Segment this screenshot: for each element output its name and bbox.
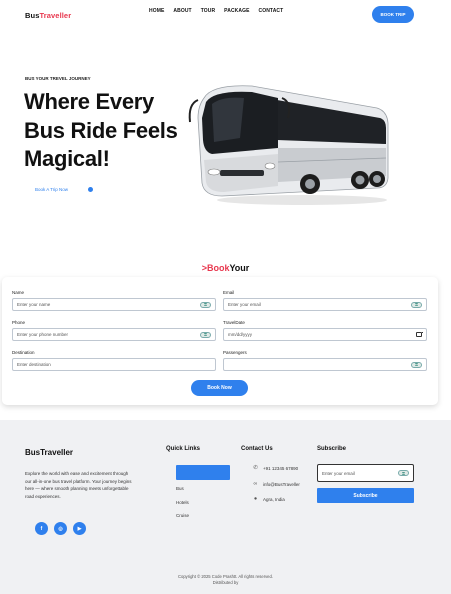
book-trip-button[interactable]: BOOK TRIP xyxy=(372,6,414,23)
travel-date-field: TravelDate mm/dd/yyyy xyxy=(223,320,427,341)
contact-phone: ✆ +91 12345 67890 xyxy=(253,465,299,471)
youtube-icon[interactable]: ▶ xyxy=(73,522,86,535)
destination-input[interactable]: Enter destination xyxy=(12,358,216,371)
autofill-key-icon[interactable]: ⚿ xyxy=(398,470,409,476)
book-now-button[interactable]: Book Now xyxy=(191,380,248,396)
booking-heading: >BookYour xyxy=(201,263,250,273)
nav-home[interactable]: HOME xyxy=(149,8,164,14)
site-header: BusTraveller HOME ABOUT TOUR PACKAGE CON… xyxy=(0,0,451,30)
copyright: Copyright © 2025 Code Prashtt. All right… xyxy=(177,574,274,585)
quick-link-highlight[interactable] xyxy=(176,465,230,480)
site-footer xyxy=(0,420,451,594)
hero-tagline: BUS YOUR TREVEL JOURNEY xyxy=(25,76,91,81)
passengers-field: Passengers ⚿ xyxy=(223,350,427,371)
bus-image xyxy=(188,85,389,205)
main-nav: HOME ABOUT TOUR PACKAGE CONTACT xyxy=(149,8,292,14)
nav-tour[interactable]: TOUR xyxy=(201,8,215,14)
travel-date-input[interactable]: mm/dd/yyyy xyxy=(223,328,427,341)
footer-description: Explore the world with ease and exciteme… xyxy=(25,471,132,499)
autofill-key-icon[interactable]: ⚿ xyxy=(200,301,211,308)
calendar-icon[interactable] xyxy=(416,331,423,337)
email-input[interactable]: Enter your email ⚿ xyxy=(223,298,427,311)
play-dot-icon xyxy=(88,187,94,192)
nav-about[interactable]: ABOUT xyxy=(173,8,191,14)
nav-package[interactable]: PACKAGE xyxy=(224,8,249,14)
autofill-key-icon[interactable]: ⚿ xyxy=(411,301,422,308)
phone-field: Phone Enter your phone number ⚿ xyxy=(12,320,216,341)
autofill-key-icon[interactable]: ⚿ xyxy=(411,361,422,368)
book-a-trip-link[interactable]: Book A Trip Now xyxy=(25,187,94,192)
location-pin-icon: ● xyxy=(253,496,258,502)
destination-field: Destination Enter destination xyxy=(12,350,216,371)
subscribe-email-input[interactable]: Enter your email ⚿ xyxy=(317,464,414,482)
site-logo[interactable]: BusTraveller xyxy=(25,11,71,20)
nav-contact[interactable]: CONTACT xyxy=(259,8,284,14)
hero-title: Where Every Bus Ride Feels Magical! xyxy=(24,89,178,171)
quick-links-heading: Quick Links xyxy=(166,446,201,452)
autofill-key-icon[interactable]: ⚿ xyxy=(200,331,211,338)
phone-input[interactable]: Enter your phone number ⚿ xyxy=(12,328,216,341)
name-field: Name Enter your name ⚿ xyxy=(12,290,216,311)
facebook-icon[interactable]: f xyxy=(35,522,48,535)
contact-heading: Contact Us xyxy=(241,446,273,452)
link-icon: ∞ xyxy=(253,481,258,487)
quick-link-hotels[interactable]: Hotels xyxy=(176,500,189,505)
subscribe-button[interactable]: Subscribe xyxy=(317,488,414,503)
subscribe-heading: Subscribe xyxy=(317,446,347,452)
email-field: Email Enter your email ⚿ xyxy=(223,290,427,311)
footer-brand: BusTraveller xyxy=(25,448,74,457)
quick-link-cruise[interactable]: Cruise xyxy=(176,513,189,518)
instagram-icon[interactable]: ◎ xyxy=(54,522,67,535)
name-input[interactable]: Enter your name ⚿ xyxy=(12,298,216,311)
quick-link-bus[interactable]: Bus xyxy=(176,486,184,491)
phone-icon: ✆ xyxy=(253,465,258,471)
contact-address: ● Agra, India xyxy=(253,496,285,502)
book-a-trip-label: Book A Trip Now xyxy=(35,187,69,192)
passengers-input[interactable]: ⚿ xyxy=(223,358,427,371)
contact-email: ∞ info@BusTraveller xyxy=(253,481,300,487)
